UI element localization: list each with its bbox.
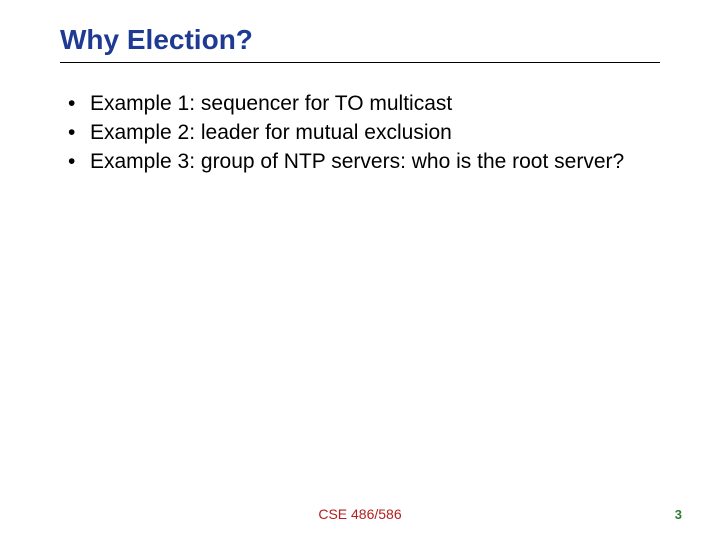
slide-title: Why Election? — [60, 24, 660, 56]
bullet-list: Example 1: sequencer for TO multicast Ex… — [60, 91, 660, 176]
list-item: Example 3: group of NTP servers: who is … — [68, 149, 660, 176]
title-underline — [60, 62, 660, 63]
list-item: Example 2: leader for mutual exclusion — [68, 120, 660, 147]
page-number: 3 — [675, 507, 682, 522]
footer-course: CSE 486/586 — [0, 506, 720, 522]
slide: Why Election? Example 1: sequencer for T… — [0, 0, 720, 540]
list-item: Example 1: sequencer for TO multicast — [68, 91, 660, 118]
